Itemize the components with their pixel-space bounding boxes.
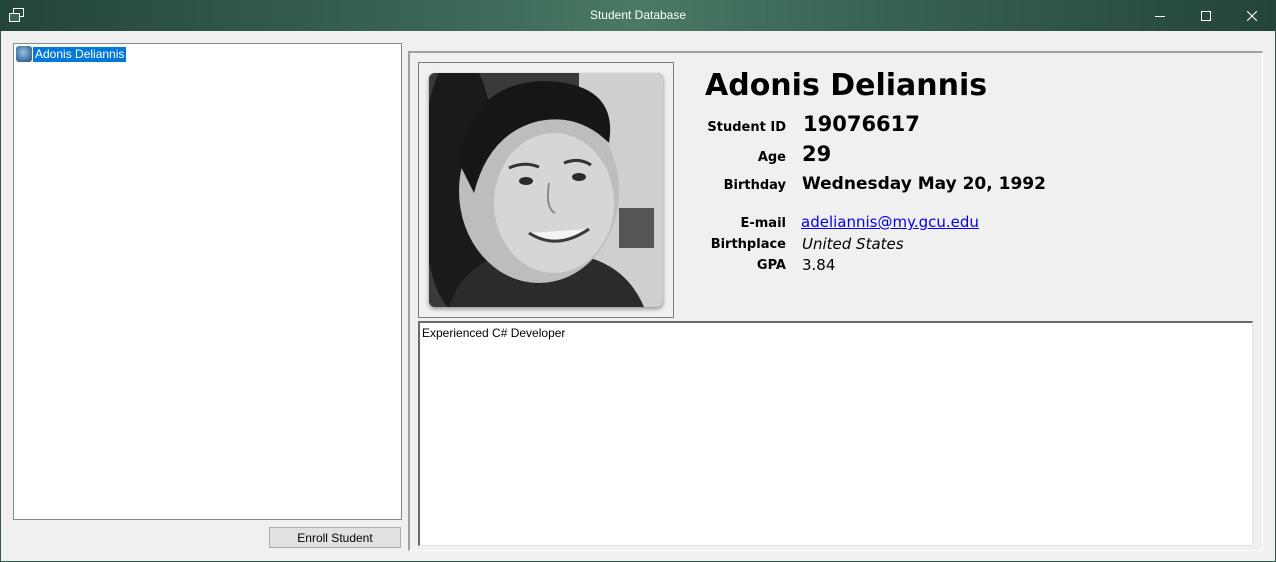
student-photo — [429, 73, 663, 307]
bio-textbox[interactable]: Experienced C# Developer — [418, 321, 1253, 546]
student-list[interactable]: Adonis Deliannis — [13, 43, 402, 520]
close-button[interactable] — [1229, 0, 1275, 31]
close-icon — [1247, 10, 1257, 21]
email-link[interactable]: adeliannis@my.gcu.edu — [801, 213, 979, 231]
minimize-icon — [1155, 15, 1165, 17]
gpa-label: GPA — [756, 258, 786, 273]
student-id-label: Student ID — [707, 120, 786, 135]
minimize-button[interactable] — [1137, 0, 1183, 31]
photo-frame — [418, 62, 674, 318]
list-item[interactable]: Adonis Deliannis — [16, 46, 127, 62]
age-value: 29 — [802, 142, 832, 166]
list-item-label: Adonis Deliannis — [33, 46, 127, 62]
student-avatar-icon — [16, 46, 32, 62]
title-bar[interactable]: Student Database — [0, 0, 1276, 31]
birthday-label: Birthday — [723, 178, 786, 193]
maximize-icon — [1201, 10, 1211, 21]
student-photo-art — [429, 73, 663, 307]
age-label: Age — [757, 150, 786, 165]
window-title: Student Database — [589, 8, 687, 22]
student-name: Adonis Deliannis — [705, 68, 988, 103]
email-label: E-mail — [740, 216, 786, 231]
birthplace-value: United States — [802, 235, 904, 253]
enroll-student-button[interactable]: Enroll Student — [269, 527, 401, 548]
bio-text: Experienced C# Developer — [422, 326, 566, 340]
birthday-value: Wednesday May 20, 1992 — [802, 174, 1046, 194]
gpa-value: 3.84 — [802, 256, 836, 274]
birthplace-label: Birthplace — [710, 237, 786, 252]
maximize-button[interactable] — [1183, 0, 1229, 31]
student-id-value: 19076617 — [803, 112, 920, 136]
